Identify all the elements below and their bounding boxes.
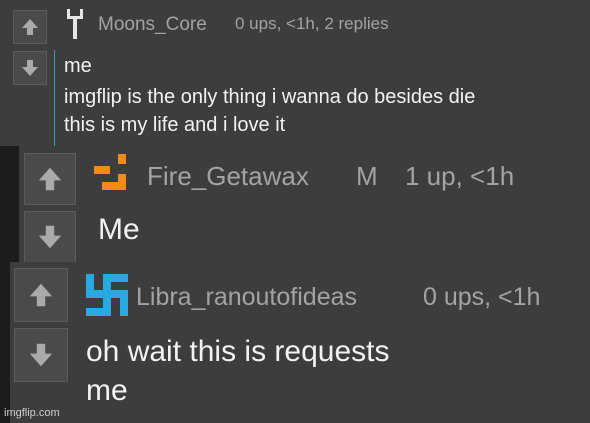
reply-indicator-line (54, 50, 55, 146)
up-arrow-icon (29, 283, 53, 307)
tuning-fork-icon (67, 9, 83, 39)
down-arrow-icon (29, 343, 53, 367)
comment-3-line-1: oh wait this is requests (86, 335, 390, 368)
imgflip-watermark: imgflip.com (4, 407, 60, 419)
comment-2-meta: 1 up, <1h (405, 161, 515, 191)
downvote-button[interactable] (24, 211, 76, 263)
downvote-button[interactable] (14, 328, 68, 382)
down-arrow-icon (38, 225, 62, 249)
comment-3-username[interactable]: Libra_ranoutofideas (136, 283, 357, 312)
comment-2-badge: M (356, 161, 378, 191)
comment-3-meta: 0 ups, <1h (423, 283, 541, 311)
comment-2-line-1: Me (98, 213, 140, 246)
downvote-button[interactable] (13, 51, 47, 85)
comment-2-username[interactable]: Fire_Getawax (147, 161, 309, 192)
up-arrow-icon (22, 19, 38, 35)
comment-1-line-3: this is my life and i love it (64, 114, 286, 136)
upvote-button[interactable] (13, 10, 47, 44)
comment-1-line-2: imgflip is the only thing i wanna do bes… (64, 86, 476, 108)
comment-3-line-2: me (86, 374, 128, 407)
comment-1-line-1: me (64, 55, 92, 77)
comment-1-username[interactable]: Moons_Core (98, 14, 207, 36)
orange-glyph-icon (94, 154, 126, 190)
upvote-button[interactable] (14, 268, 68, 322)
up-arrow-icon (38, 167, 62, 191)
blue-swastika-icon (86, 274, 128, 316)
comment-1-meta: 0 ups, <1h, 2 replies (235, 14, 389, 33)
upvote-button[interactable] (24, 153, 76, 205)
down-arrow-icon (22, 60, 38, 76)
